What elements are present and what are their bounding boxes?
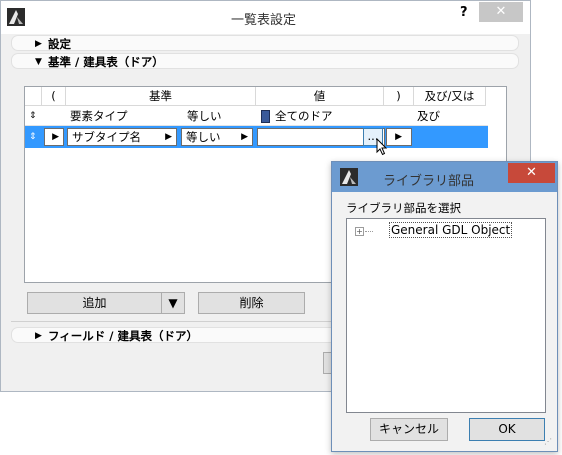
row-reorder-icon[interactable]: ⇕ <box>29 110 37 122</box>
help-button[interactable]: ? <box>460 5 468 20</box>
arrow-right-icon: ▶ <box>52 132 59 142</box>
row1-and-or: 及び <box>417 109 440 123</box>
section-settings[interactable]: ▶ 設定 <box>11 35 519 51</box>
criteria-selector[interactable]: サブタイプ名 ▶ <box>67 128 177 146</box>
section-settings-label: 設定 <box>48 37 71 51</box>
dialog-title: ライブラリ部品 <box>383 174 475 189</box>
archicad-logo-icon <box>7 8 25 26</box>
door-icon <box>261 110 270 123</box>
library-tree[interactable]: + General GDL Object <box>346 218 546 413</box>
mouse-cursor-icon <box>376 137 388 159</box>
window-titlebar: 一覧表設定 ? ✕ <box>1 1 530 34</box>
dialog-titlebar: ライブラリ部品 ✕ <box>332 162 557 192</box>
dialog-close-button[interactable]: ✕ <box>508 163 555 183</box>
section-criteria[interactable]: ▼ 基準 / 建具表（ドア） <box>11 53 519 69</box>
operator-selector[interactable]: 等しい ▶ <box>181 128 253 146</box>
ok-button[interactable]: OK <box>469 418 545 441</box>
close-paren-selector[interactable]: ▶ <box>386 128 412 146</box>
dropdown-arrow-icon: ▼ <box>168 296 178 310</box>
row2-criteria: サブタイプ名 <box>72 130 141 144</box>
row-reorder-icon[interactable]: ⇕ <box>29 131 37 143</box>
arrow-right-icon: ▶ <box>165 132 172 142</box>
header-close-paren: ) <box>384 87 414 106</box>
add-dropdown-button[interactable]: ▼ <box>161 292 185 314</box>
expand-triangle-icon: ▶ <box>35 331 42 341</box>
row1-value: 全てのドア <box>275 109 333 123</box>
arrow-right-icon: ▶ <box>395 132 402 142</box>
resize-grip-icon[interactable]: ⋰ <box>544 437 552 446</box>
header-open-paren: ( <box>42 87 66 106</box>
add-button[interactable]: 追加 <box>27 292 162 314</box>
collapse-triangle-icon: ▼ <box>35 57 42 67</box>
delete-button[interactable]: 削除 <box>198 292 305 314</box>
row1-operator: 等しい <box>187 109 222 123</box>
window-title: 一覧表設定 <box>231 13 297 28</box>
cancel-button[interactable]: キャンセル <box>370 418 448 441</box>
open-paren-selector[interactable]: ▶ <box>44 128 64 146</box>
select-prompt: ライブラリ部品を選択 <box>346 201 461 215</box>
header-criteria: 基準 <box>66 87 256 106</box>
close-button[interactable]: ✕ <box>479 2 523 22</box>
section-criteria-label: 基準 / 建具表（ドア） <box>48 55 164 69</box>
row1-criteria: 要素タイプ <box>70 109 128 123</box>
expand-triangle-icon: ▶ <box>35 39 42 49</box>
section-fields-label: フィールド / 建具表（ドア） <box>48 329 198 343</box>
tree-connector <box>365 231 373 232</box>
header-and-or: 及び/又は <box>414 87 486 106</box>
header-blank <box>25 87 42 106</box>
archicad-logo-icon <box>340 168 358 186</box>
arrow-right-icon: ▶ <box>241 132 248 142</box>
row2-operator: 等しい <box>186 130 221 144</box>
library-part-dialog: ライブラリ部品 ✕ ライブラリ部品を選択 + General GDL Objec… <box>331 161 558 452</box>
expand-button[interactable]: + <box>355 227 364 236</box>
header-value: 値 <box>256 87 384 106</box>
tree-item[interactable]: General GDL Object <box>389 222 513 238</box>
